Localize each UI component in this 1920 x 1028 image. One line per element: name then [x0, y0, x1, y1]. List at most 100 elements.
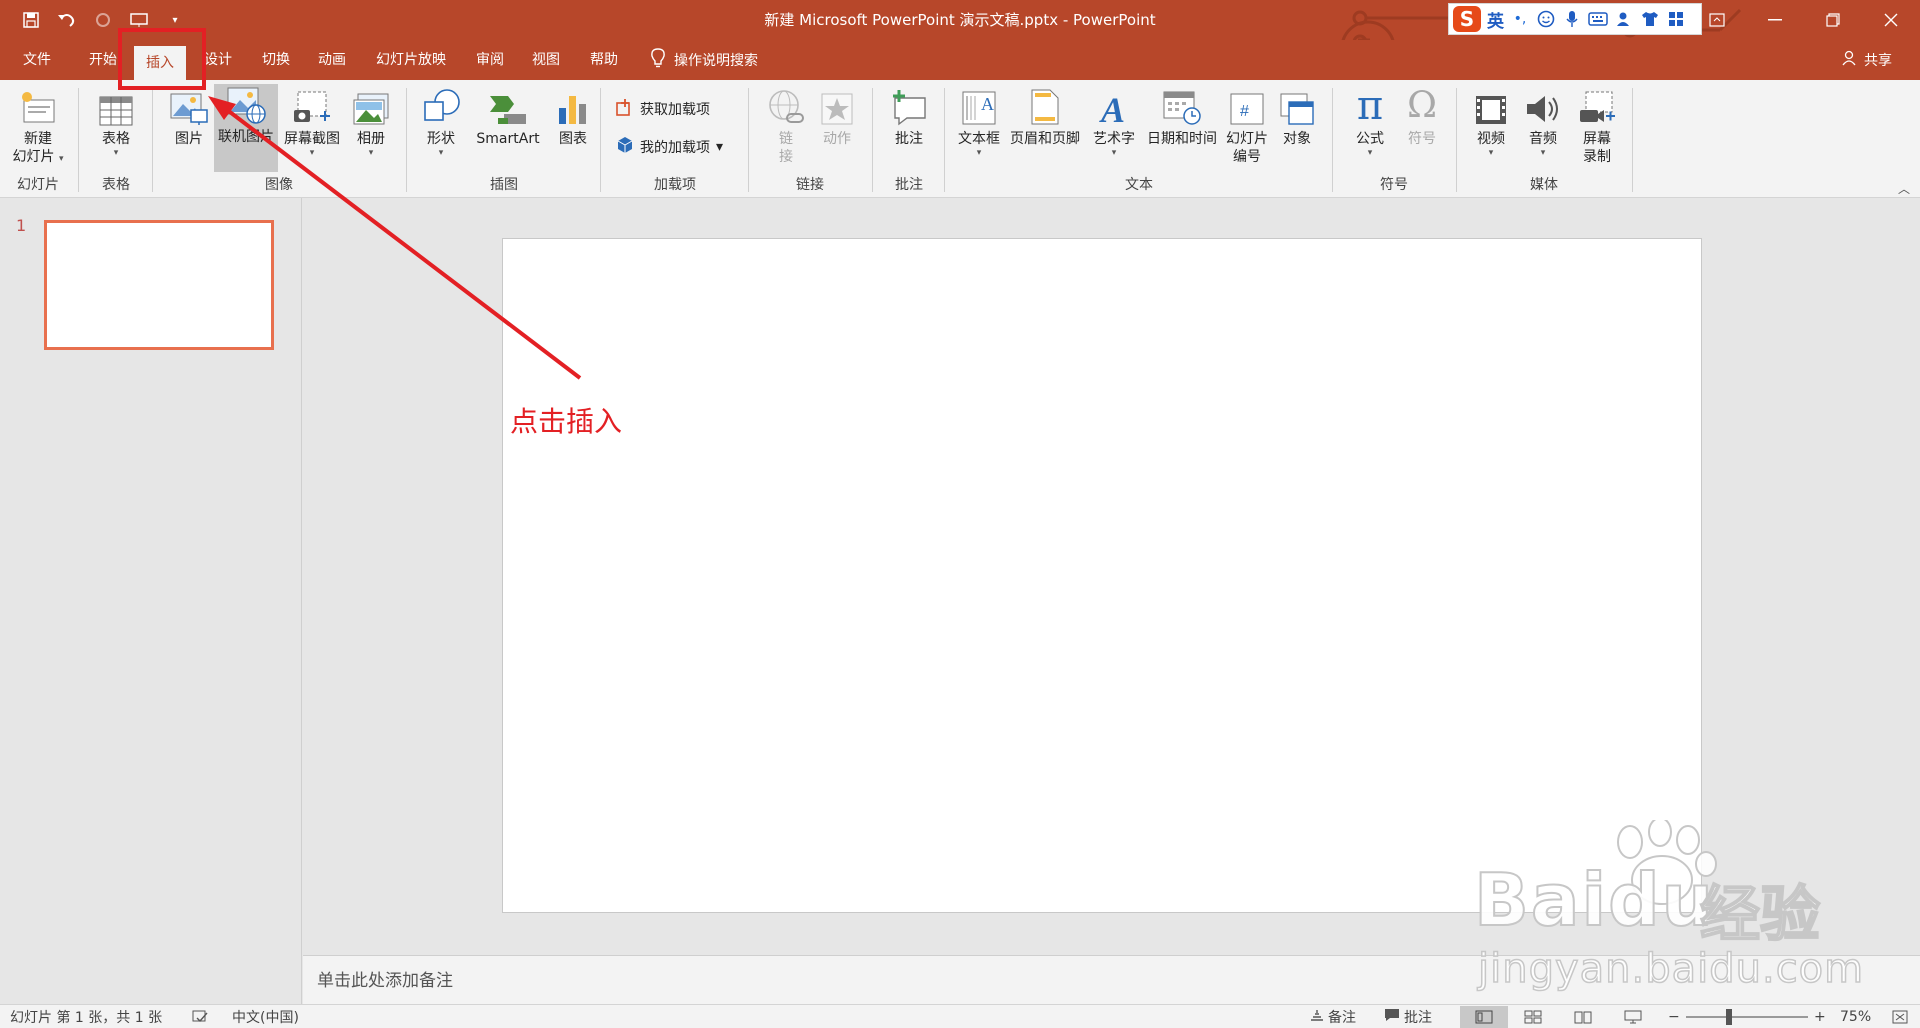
pi-icon: π: [1356, 83, 1384, 129]
sogou-logo-icon[interactable]: S: [1453, 6, 1481, 32]
reading-view-button[interactable]: [1574, 1007, 1592, 1027]
get-addins-button[interactable]: 获取加载项: [616, 98, 710, 120]
smartart-button[interactable]: SmartArt: [466, 86, 550, 148]
action-button[interactable]: 动作: [812, 86, 862, 148]
wordart-button[interactable]: A 艺术字 ▾: [1086, 86, 1142, 158]
notes-icon: [1310, 1009, 1324, 1025]
tab-slideshow[interactable]: 幻灯片放映: [366, 40, 456, 80]
emoji-icon[interactable]: [1536, 9, 1556, 29]
slideshow-view-button[interactable]: [1624, 1007, 1642, 1027]
addins-cube-icon: [616, 136, 634, 158]
group-label-symbols: 符号: [1380, 177, 1408, 193]
ime-language[interactable]: 英: [1487, 7, 1504, 32]
tab-review[interactable]: 审阅: [464, 40, 516, 80]
audio-button[interactable]: 音频 ▾: [1518, 86, 1568, 158]
keyboard-icon[interactable]: [1588, 9, 1608, 29]
zoom-in-button[interactable]: +: [1814, 1007, 1826, 1027]
object-icon: [1272, 86, 1322, 126]
toolbox-icon[interactable]: [1666, 9, 1686, 29]
title-bar: ▾ 新建 Microsoft PowerPoint 演示文稿.pptx - Po…: [0, 0, 1920, 76]
normal-view-button[interactable]: [1460, 1006, 1508, 1028]
textbox-button[interactable]: A 文本框 ▾: [954, 86, 1004, 158]
comment-button[interactable]: 批注: [884, 86, 934, 148]
symbol-button[interactable]: Ω 符号: [1398, 86, 1446, 148]
skin-icon[interactable]: [1640, 9, 1660, 29]
group-media: 视频 ▾ 音频 ▾ 屏幕 录制 媒体: [1458, 80, 1630, 198]
user-icon[interactable]: [1614, 9, 1634, 29]
my-addins-button[interactable]: 我的加载项 ▾: [616, 136, 723, 158]
textbox-icon: A: [954, 86, 1004, 126]
comments-toggle-button[interactable]: 批注: [1384, 1007, 1432, 1027]
microphone-icon[interactable]: [1562, 9, 1582, 29]
slide-sorter-view-button[interactable]: [1524, 1007, 1542, 1027]
notes-toggle-button[interactable]: 备注: [1310, 1007, 1356, 1027]
group-label-images: 图像: [265, 177, 293, 193]
zoom-level[interactable]: 75%: [1840, 1007, 1871, 1027]
tell-me-search[interactable]: 操作说明搜索: [650, 40, 758, 80]
spellcheck-icon[interactable]: [192, 1007, 208, 1027]
photo-album-button[interactable]: 相册 ▾: [346, 86, 396, 158]
tab-transitions[interactable]: 切换: [248, 40, 304, 80]
ribbon-separator: [78, 88, 79, 192]
zoom-slider-thumb[interactable]: [1726, 1009, 1732, 1025]
ribbon-separator: [748, 88, 749, 192]
share-button[interactable]: 共享: [1842, 40, 1892, 80]
ribbon-separator: [944, 88, 945, 192]
ribbon-display-options-icon[interactable]: [1688, 0, 1746, 40]
zoom-slider-track[interactable]: [1686, 1016, 1808, 1018]
minimize-icon[interactable]: [1746, 0, 1804, 40]
tell-me-label: 操作说明搜索: [674, 53, 758, 69]
ime-punct[interactable]: •,: [1510, 9, 1530, 29]
status-bar: 幻灯片 第 1 张，共 1 张 中文(中国) 备注 批注 − + 75%: [0, 1004, 1920, 1028]
screen-recording-button[interactable]: 屏幕 录制: [1570, 86, 1624, 166]
ribbon-separator: [1632, 88, 1633, 192]
tab-animations[interactable]: 动画: [304, 40, 360, 80]
svg-text:A: A: [981, 94, 994, 114]
link-globe-icon: [764, 86, 808, 126]
screenshot-button[interactable]: 屏幕截图 ▾: [280, 86, 344, 158]
omega-icon: Ω: [1407, 85, 1437, 126]
header-footer-button[interactable]: 页眉和页脚: [1006, 86, 1084, 148]
fit-to-window-icon[interactable]: [1892, 1007, 1908, 1027]
language-indicator[interactable]: 中文(中国): [232, 1007, 299, 1027]
tab-help[interactable]: 帮助: [578, 40, 630, 80]
slide-canvas[interactable]: [502, 238, 1702, 913]
restore-icon[interactable]: [1804, 0, 1862, 40]
link-button[interactable]: 链 接: [764, 86, 808, 166]
slide-number-button[interactable]: # 幻灯片 编号: [1222, 86, 1272, 166]
annotation-highlight-box: [118, 28, 206, 90]
window-controls: [1688, 0, 1920, 40]
tab-file[interactable]: 文件: [12, 40, 62, 80]
tab-view[interactable]: 视图: [520, 40, 572, 80]
chart-button[interactable]: 图表: [550, 86, 596, 148]
slide-thumbnail-number: 1: [16, 216, 27, 235]
ribbon-separator: [406, 88, 407, 192]
ribbon: 新建 幻灯片 ▾ 幻灯片 表格 ▾ 表格 图片 联机图片 屏幕截图 ▾ 相册 ▾…: [0, 80, 1920, 198]
new-slide-button[interactable]: 新建 幻灯片 ▾: [6, 86, 70, 166]
slide-thumbnail[interactable]: [44, 220, 274, 350]
group-comments: 批注 批注: [874, 80, 944, 198]
online-picture-icon: [214, 84, 278, 124]
group-illustrations: 形状 ▾ SmartArt 图表 插图: [408, 80, 600, 198]
group-label-slides: 幻灯片: [17, 177, 59, 193]
slide-info[interactable]: 幻灯片 第 1 张，共 1 张: [10, 1007, 162, 1027]
video-button[interactable]: 视频 ▾: [1466, 86, 1516, 158]
online-pictures-button[interactable]: 联机图片: [214, 84, 278, 172]
speaker-icon: [1518, 86, 1568, 126]
table-button[interactable]: 表格 ▾: [92, 86, 140, 158]
person-icon: [1842, 50, 1858, 70]
shapes-button[interactable]: 形状 ▾: [416, 86, 466, 158]
collapse-ribbon-icon[interactable]: ︿: [1898, 180, 1910, 197]
group-symbols: π 公式 ▾ Ω 符号 符号: [1334, 80, 1454, 198]
ribbon-separator: [1456, 88, 1457, 192]
object-button[interactable]: 对象: [1272, 86, 1322, 148]
equation-button[interactable]: π 公式 ▾: [1346, 86, 1394, 158]
slide-number-icon: #: [1222, 86, 1272, 126]
pictures-button[interactable]: 图片: [164, 86, 214, 148]
date-time-button[interactable]: 日期和时间: [1142, 86, 1222, 148]
new-slide-icon: [6, 86, 70, 126]
smartart-icon: [466, 86, 550, 126]
zoom-out-button[interactable]: −: [1668, 1007, 1680, 1027]
ribbon-separator: [152, 88, 153, 192]
close-icon[interactable]: [1862, 0, 1920, 40]
